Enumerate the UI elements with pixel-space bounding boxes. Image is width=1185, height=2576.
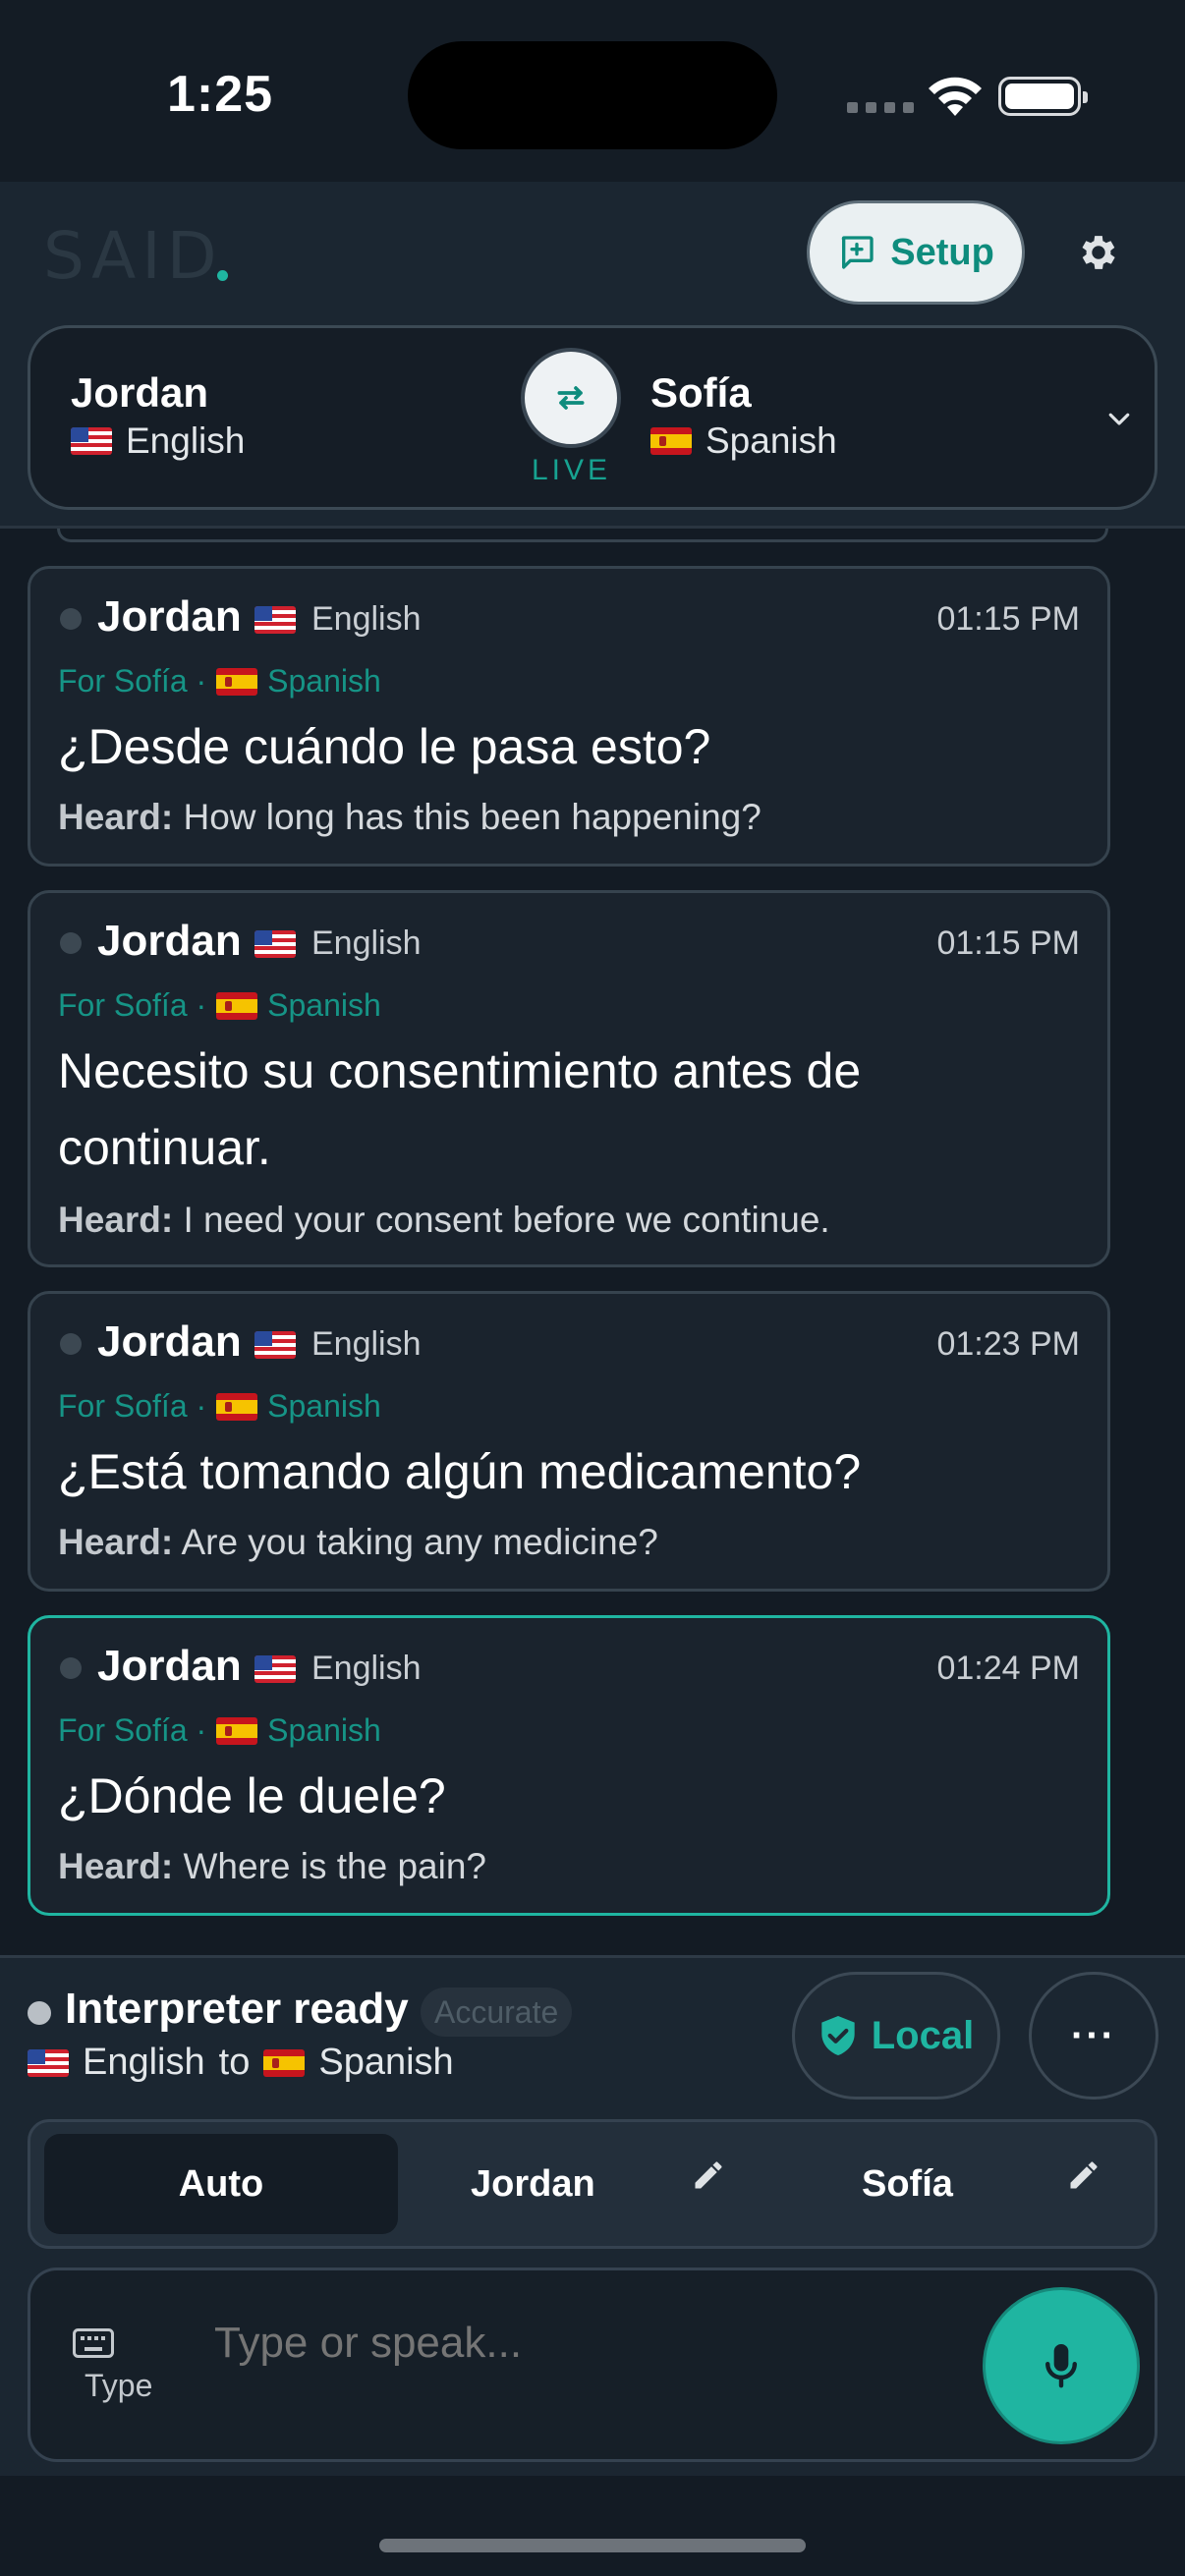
swap-arrows-icon — [557, 386, 585, 410]
microphone-button[interactable] — [983, 2287, 1140, 2444]
edit-sofia-icon[interactable] — [1066, 2157, 1101, 2193]
cellular-signal-icon — [847, 102, 914, 113]
message-source-language: English — [254, 1325, 422, 1364]
us-flag-icon — [254, 605, 296, 634]
es-flag-icon — [216, 1392, 258, 1421]
us-flag-icon — [28, 2048, 69, 2077]
message-translation: ¿Desde cuándo le pasa esto? — [58, 719, 711, 774]
message-translation: Necesito su consentimiento antes de cont… — [58, 1043, 862, 1175]
gear-icon[interactable] — [1076, 230, 1121, 275]
left-party-name: Jordan — [71, 369, 209, 416]
es-flag-icon — [650, 427, 692, 455]
microphone-icon — [1045, 2344, 1077, 2388]
message-translation: ¿Dónde le duele? — [58, 1768, 446, 1823]
message-source-language: English — [254, 1650, 422, 1688]
us-flag-icon — [254, 1654, 296, 1683]
more-icon: ··· — [1071, 2013, 1116, 2057]
message-heard: Heard: How long has this been happening? — [58, 797, 762, 837]
keyboard-icon[interactable] — [73, 2328, 114, 2358]
status-bar: 1:25 — [0, 0, 1185, 182]
us-flag-icon — [254, 1330, 296, 1359]
message-target: For Sofía · Spanish — [58, 1712, 381, 1748]
status-dot — [60, 932, 82, 954]
message-target: For Sofía · Spanish — [58, 663, 381, 699]
ready-status-dot — [28, 2001, 51, 2025]
home-indicator[interactable] — [379, 2539, 806, 2552]
message-card[interactable]: Jordan English 01:23 PM For Sofía · Spani… — [28, 1291, 1110, 1592]
live-label: LIVE — [532, 454, 612, 486]
left-party-language: English — [71, 420, 245, 462]
message-target: For Sofía · Spanish — [58, 987, 381, 1023]
message-time: 01:24 PM — [936, 1650, 1080, 1687]
message-target: For Sofía · Spanish — [58, 1388, 381, 1424]
es-flag-icon — [216, 1716, 258, 1745]
interpreter-status: Interpreter ready — [65, 1985, 409, 2033]
message-card[interactable]: Jordan English 01:15 PM For Sofía · Spani… — [28, 566, 1110, 867]
message-speaker: Jordan — [97, 1642, 242, 1690]
message-source-language: English — [254, 600, 422, 639]
message-translation: ¿Está tomando algún medicamento? — [58, 1444, 862, 1499]
logo-dot — [217, 270, 228, 281]
message-heard: Heard: Are you taking any medicine? — [58, 1522, 658, 1562]
swap-button[interactable] — [521, 348, 621, 448]
message-time: 01:23 PM — [936, 1325, 1080, 1363]
speaker-option-auto[interactable]: Auto — [44, 2134, 398, 2234]
message-speaker: Jordan — [97, 592, 242, 641]
es-flag-icon — [216, 667, 258, 696]
message-heard: Heard: I need your consent before we con… — [58, 1200, 830, 1240]
speaker-option-sofia[interactable]: Sofía — [862, 2134, 953, 2234]
message-speaker: Jordan — [97, 917, 242, 965]
status-dot — [60, 608, 82, 630]
message-speaker: Jordan — [97, 1317, 242, 1366]
more-options-button[interactable]: ··· — [1029, 1972, 1158, 2100]
message-time: 01:15 PM — [936, 924, 1080, 962]
message-heard: Heard: Where is the pain? — [58, 1846, 486, 1886]
wifi-icon — [929, 77, 982, 116]
es-flag-icon — [263, 2048, 306, 2077]
type-mode-label[interactable]: Type — [85, 2368, 152, 2404]
speaker-selector: Auto Jordan Sofía — [28, 2119, 1157, 2249]
speaker-option-jordan[interactable]: Jordan — [471, 2134, 595, 2234]
message-time: 01:15 PM — [936, 600, 1080, 638]
edit-jordan-icon[interactable] — [691, 2157, 726, 2193]
status-dot — [60, 1657, 82, 1679]
message-card[interactable]: Jordan English 01:15 PM For Sofía · Spani… — [28, 890, 1110, 1267]
message-card-active[interactable]: Jordan English 01:24 PM For Sofía · Spani… — [28, 1615, 1110, 1916]
status-time: 1:25 — [167, 66, 274, 123]
app-logo: SAID — [43, 218, 223, 294]
setup-label: Setup — [890, 231, 994, 273]
status-dot — [60, 1333, 82, 1355]
message-input[interactable] — [214, 2319, 961, 2368]
direction-label: English to Spanish — [28, 2042, 454, 2084]
right-party-name: Sofía — [650, 369, 752, 416]
local-mode-button[interactable]: Local — [792, 1972, 1000, 2100]
shield-check-icon — [821, 2016, 855, 2055]
setup-button[interactable]: Setup — [807, 200, 1025, 305]
message-source-language: English — [254, 924, 422, 963]
battery-icon — [998, 77, 1088, 116]
chevron-down-icon[interactable] — [1104, 404, 1134, 433]
dynamic-island — [408, 41, 777, 149]
us-flag-icon — [71, 427, 112, 455]
chat-add-icon — [842, 236, 874, 269]
us-flag-icon — [254, 929, 296, 958]
previous-message-edge — [57, 529, 1108, 542]
mode-badge: Accurate — [421, 1988, 573, 2037]
right-party-language: Spanish — [650, 420, 837, 462]
es-flag-icon — [216, 991, 258, 1020]
